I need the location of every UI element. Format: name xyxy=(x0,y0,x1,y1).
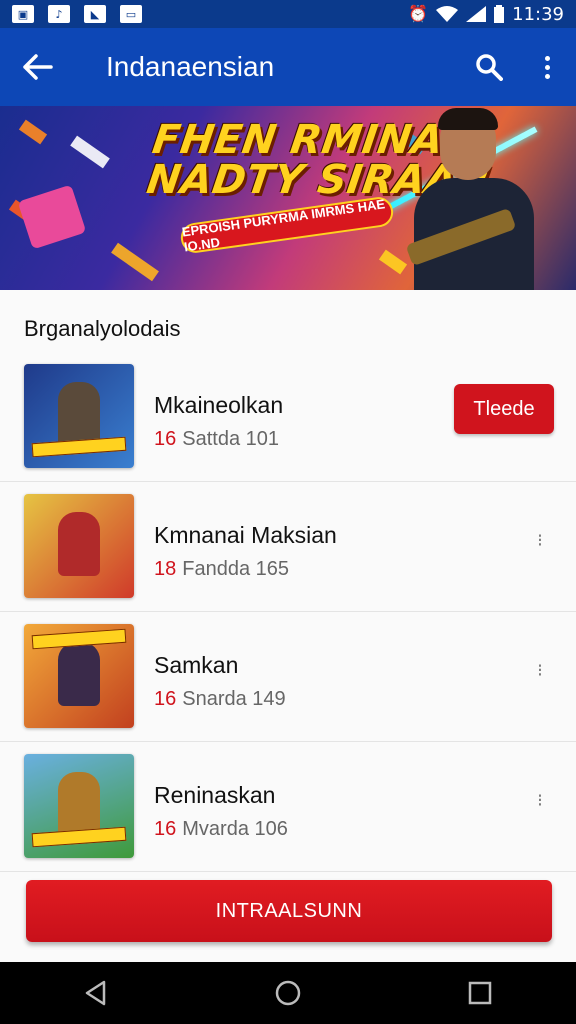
shard-decoration xyxy=(18,119,48,145)
signal-icon xyxy=(466,6,487,22)
status-time: 11:39 xyxy=(512,3,564,25)
item-thumbnail xyxy=(24,754,134,858)
share-icon[interactable]: ⁝ xyxy=(528,528,552,552)
battery-icon xyxy=(494,5,505,23)
share-icon[interactable]: ⁝ xyxy=(528,788,552,812)
list-item[interactable]: Samkan 16 Snarda 149 ⁝ xyxy=(0,612,576,742)
trade-button[interactable]: Tleede xyxy=(454,384,554,434)
item-title: Samkan xyxy=(154,652,239,678)
list-panel: Brganalyolodais Mkaineolkan 16 Sattda 101… xyxy=(0,290,576,962)
wifi-icon xyxy=(436,6,459,22)
page-title: Indanaensian xyxy=(106,51,275,82)
triangle-back-icon xyxy=(85,980,106,1006)
more-options-button[interactable] xyxy=(518,28,576,106)
search-button[interactable] xyxy=(460,28,518,106)
item-meta-text: Mvarda 106 xyxy=(182,818,288,840)
item-thumbnail xyxy=(24,494,134,598)
back-button[interactable] xyxy=(0,28,76,106)
item-number: 18 xyxy=(154,558,177,580)
item-meta: 16 Sattda 101 xyxy=(154,428,279,451)
nav-home-button[interactable] xyxy=(258,963,318,1023)
item-meta-text: Fandda 165 xyxy=(182,558,290,580)
app-bar: Indanaensian xyxy=(0,28,576,106)
banner-ribbon: EPROISH PURYRMA IMRMS HAE IO.ND xyxy=(178,195,396,255)
item-meta-text: Sattda 101 xyxy=(182,428,279,450)
shard-decoration xyxy=(70,135,110,169)
nav-back-button[interactable] xyxy=(66,963,126,1023)
item-number: 16 xyxy=(154,688,177,710)
item-title: Kmnanai Maksian xyxy=(154,522,337,548)
list-item[interactable]: Mkaineolkan 16 Sattda 101 Tleede xyxy=(0,352,576,482)
square-recents-icon xyxy=(468,981,492,1005)
cube-decoration xyxy=(17,184,87,250)
shard-decoration xyxy=(111,242,159,282)
item-meta: 18 Fandda 165 xyxy=(154,558,289,581)
item-meta-text: Snarda 149 xyxy=(182,688,286,710)
promo-banner[interactable]: FHEN RMINAN NADTY SIRAAI! EPROISH PURYRM… xyxy=(0,106,576,290)
alarm-icon: ⏰ xyxy=(408,4,429,23)
item-meta: 16 Mvarda 106 xyxy=(154,818,288,841)
list-item[interactable]: Reninaskan 16 Mvarda 106 ⁝ xyxy=(0,742,576,872)
image-icon: ◣ xyxy=(84,5,106,23)
item-thumbnail xyxy=(24,624,134,728)
system-nav-bar xyxy=(0,962,576,1024)
arrow-left-icon xyxy=(23,54,53,80)
item-thumbnail xyxy=(24,364,134,468)
item-number: 16 xyxy=(154,428,177,450)
banner-hero-figure xyxy=(405,106,550,290)
more-vert-icon xyxy=(544,55,550,79)
nav-recents-button[interactable] xyxy=(450,963,510,1023)
item-number: 16 xyxy=(154,818,177,840)
item-meta: 16 Snarda 149 xyxy=(154,688,286,711)
status-bar: ▣ ♪ ◣ ▭ ⏰ 11:39 xyxy=(0,0,576,28)
primary-action-button[interactable]: INTRAALSUNN xyxy=(26,880,552,942)
section-title: Brganalyolodais xyxy=(24,316,181,341)
item-title: Reninaskan xyxy=(154,782,276,808)
gallery-icon: ▣ xyxy=(12,5,34,23)
circle-home-icon xyxy=(275,980,301,1006)
list-item[interactable]: Kmnanai Maksian 18 Fandda 165 ⁝ xyxy=(0,482,576,612)
search-icon xyxy=(476,54,503,81)
share-icon[interactable]: ⁝ xyxy=(528,658,552,682)
music-icon: ♪ xyxy=(48,5,70,23)
shard-decoration xyxy=(378,249,408,275)
item-title: Mkaineolkan xyxy=(154,392,284,418)
wallet-icon: ▭ xyxy=(120,5,142,23)
